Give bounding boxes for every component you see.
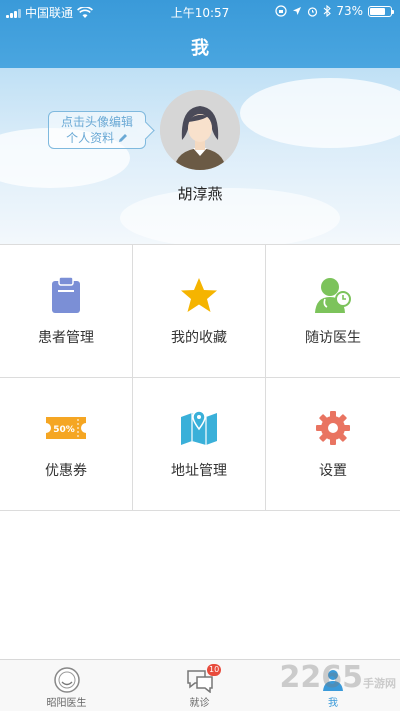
menu-label: 地址管理 [171, 463, 227, 479]
watermark-main: 2265 [279, 660, 364, 695]
tab-home[interactable]: 昭阳医生 [0, 666, 133, 709]
smiley-logo-icon [0, 666, 133, 694]
username: 胡淳燕 [177, 185, 223, 203]
coupon-icon: 50% [46, 408, 86, 448]
notification-badge: 10 [207, 664, 222, 676]
tab-label: 我 [328, 698, 338, 709]
tab-label: 就诊 [189, 698, 210, 709]
menu-label: 我的收藏 [171, 330, 227, 346]
gear-icon [313, 408, 353, 448]
map-icon [179, 408, 219, 448]
pencil-icon [118, 134, 127, 142]
menu-label: 患者管理 [38, 330, 94, 346]
tip-line1: 点击头像编辑 [60, 115, 133, 129]
alarm-icon [308, 6, 318, 17]
menu-followup-doctor[interactable]: 随访医生 [266, 245, 400, 378]
menu-address-management[interactable]: 地址管理 [133, 378, 266, 511]
top-bar: 中国联通 上午10:57 73% 我 [0, 0, 400, 68]
cloud-decoration [240, 78, 400, 148]
menu-favorites[interactable]: 我的收藏 [133, 245, 266, 378]
tip-line2: 个人资料 [66, 131, 115, 145]
doctor-icon [313, 275, 353, 315]
menu-coupons[interactable]: 50% 优惠券 [0, 378, 133, 511]
location-icon [293, 7, 302, 15]
menu-grid: 患者管理 我的收藏 随访医生 50% 优惠券 地址管理 设置 [0, 244, 400, 511]
tab-label: 昭阳医生 [46, 698, 87, 709]
status-bar: 中国联通 上午10:57 73% [0, 0, 400, 22]
coupon-percent: 50% [53, 425, 75, 435]
battery-percent: 73% [336, 4, 363, 18]
battery-icon [368, 5, 394, 17]
avatar-girl-icon [160, 90, 240, 170]
rotation-lock-icon [275, 5, 287, 17]
bluetooth-icon [323, 5, 332, 17]
menu-label: 随访医生 [305, 330, 361, 346]
watermark-sub: 手游网 [363, 677, 396, 690]
menu-settings[interactable]: 设置 [266, 378, 400, 511]
menu-label: 优惠券 [45, 463, 87, 479]
avatar[interactable] [160, 90, 240, 170]
page-title: 我 [191, 38, 209, 59]
tab-consultation[interactable]: 10 就诊 [133, 664, 266, 709]
menu-label: 设置 [319, 463, 347, 479]
star-icon [179, 275, 219, 315]
chat-bubbles-icon: 10 [133, 664, 266, 694]
watermark: 2265手游网 [280, 660, 397, 695]
profile-header: 点击头像编辑 个人资料 胡淳燕 [0, 68, 400, 244]
status-right: 73% [275, 4, 394, 18]
menu-patient-management[interactable]: 患者管理 [0, 245, 133, 378]
clipboard-icon [46, 275, 86, 315]
edit-profile-tip[interactable]: 点击头像编辑 个人资料 [48, 111, 146, 149]
